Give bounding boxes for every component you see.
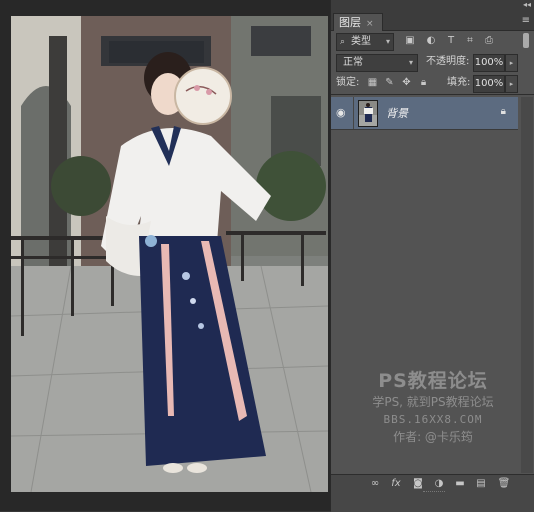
lock-position-icon[interactable]: ✥ <box>401 77 412 88</box>
lock-transparent-icon[interactable]: ▦ <box>367 77 378 88</box>
search-icon: ⌕ <box>340 37 346 47</box>
add-mask-icon[interactable]: ◙ <box>411 478 425 490</box>
fx-icon[interactable]: fx <box>389 478 403 490</box>
lock-label: 锁定: <box>336 77 360 88</box>
eye-icon[interactable]: ◉ <box>336 106 350 120</box>
filter-row: ⌕ 类型 ▾ ▣ ◐ T ⌗ ⎙ <box>331 30 534 52</box>
lock-icon: 🔒︎ <box>500 106 506 117</box>
fill-label: 填充: <box>447 77 471 88</box>
thumbnail-image <box>359 101 377 126</box>
watermark-url: BBS.16XX8.COM <box>383 413 483 426</box>
opacity-field[interactable]: 100% <box>473 54 505 72</box>
new-layer-icon[interactable]: ▤ <box>474 478 488 490</box>
tab-layers-label: 图层 <box>339 16 361 29</box>
layer-divider <box>353 97 354 129</box>
adjustment-layer-icon[interactable]: ◑ <box>432 478 446 490</box>
smart-object-filter-icon[interactable]: ⎙ <box>483 35 495 46</box>
layers-list: ◉ 背景 🔒︎ PS教程论坛 学PS, 就到PS教程论坛 BBS.16XX8.C… <box>331 94 534 475</box>
layer-row[interactable]: ◉ 背景 🔒︎ <box>331 97 518 130</box>
tab-close-icon[interactable]: × <box>366 19 374 29</box>
watermark-slogan: 学PS, 就到PS教程论坛 <box>372 395 494 409</box>
lock-image-icon[interactable]: ✎ <box>384 77 395 88</box>
shape-filter-icon[interactable]: ⌗ <box>464 35 476 46</box>
lock-all-icon[interactable]: 🔒︎ <box>418 77 429 88</box>
watermark: PS教程论坛 学PS, 就到PS教程论坛 BBS.16XX8.COM 作者: @… <box>331 369 534 446</box>
filter-kind-select[interactable]: ⌕ 类型 ▾ <box>336 33 394 51</box>
filter-toggle-switch[interactable] <box>523 33 529 48</box>
filter-kind-value: 类型 <box>351 36 371 47</box>
blend-row: 正常 ▾ 不透明度: 100% ▸ <box>331 51 534 73</box>
lock-row: 锁定: ▦ ✎ ✥ 🔒︎ 填充: 100% ▸ <box>331 72 534 94</box>
panel-top-strip: ◂◂ <box>331 0 534 12</box>
photo-illustration <box>11 16 328 492</box>
opacity-label: 不透明度: <box>426 56 470 67</box>
panel-menu-icon[interactable]: ≡ <box>522 15 530 26</box>
layers-bottom-bar: ∞ fx ◙ ◑ ▬ ▤ 🗑︎ <box>331 474 534 512</box>
opacity-dropdown-icon[interactable]: ▸ <box>505 54 518 72</box>
layer-thumbnail[interactable] <box>358 100 378 127</box>
blend-mode-value: 正常 <box>343 57 363 68</box>
panel-resize-grip[interactable] <box>423 491 445 495</box>
new-group-icon[interactable]: ▬ <box>453 478 467 490</box>
delete-layer-icon[interactable]: 🗑︎ <box>497 478 511 490</box>
layer-name[interactable]: 背景 <box>386 105 408 121</box>
layers-panel: ◂◂ 图层 × ≡ ⌕ 类型 ▾ ▣ ◐ T ⌗ ⎙ 正常 ▾ 不透明度: 100… <box>330 0 534 512</box>
tab-layers[interactable]: 图层 × <box>333 13 383 31</box>
panel-tab-bar: 图层 × <box>331 12 534 31</box>
type-filter-icon[interactable]: T <box>445 35 457 46</box>
document-canvas[interactable] <box>0 0 330 511</box>
chevron-down-icon: ▾ <box>385 37 390 46</box>
fill-field[interactable]: 100% <box>473 75 505 93</box>
image-filter-icon[interactable]: ▣ <box>404 35 416 46</box>
chevron-down-icon: ▾ <box>408 58 413 67</box>
adjustment-filter-icon[interactable]: ◐ <box>425 35 437 46</box>
collapse-panels-icon[interactable]: ◂◂ <box>523 0 531 10</box>
blend-mode-select[interactable]: 正常 ▾ <box>336 54 418 72</box>
fill-dropdown-icon[interactable]: ▸ <box>505 75 518 93</box>
watermark-title: PS教程论坛 <box>378 370 488 392</box>
watermark-author: 作者: @卡乐筠 <box>393 430 473 444</box>
link-layers-icon[interactable]: ∞ <box>368 478 382 490</box>
document-image[interactable] <box>11 16 328 492</box>
